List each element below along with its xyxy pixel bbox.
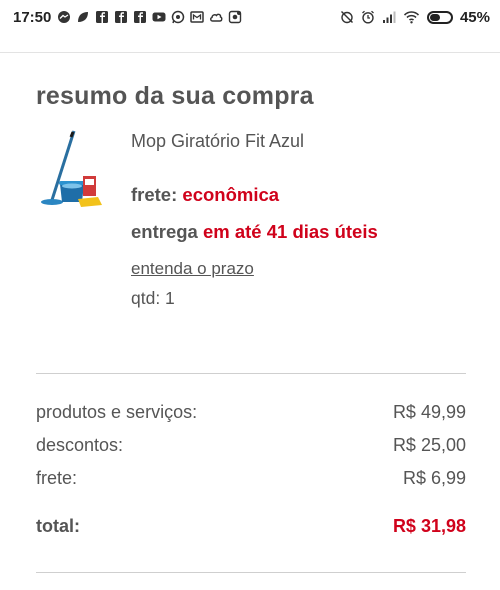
freight-label: frete: xyxy=(131,184,178,205)
freight-row: frete: R$ 6,99 xyxy=(36,468,466,489)
freight-info: frete: econômica xyxy=(131,184,279,206)
section-divider xyxy=(36,373,466,374)
deadline-info-link[interactable]: entenda o prazo xyxy=(131,259,254,279)
status-time: 17:50 xyxy=(13,8,52,26)
mail-icon xyxy=(190,11,205,23)
quantity-text: qtd: 1 xyxy=(131,288,175,308)
bottom-divider xyxy=(36,572,466,573)
total-value: R$ 31,98 xyxy=(392,516,466,536)
facebook-icon xyxy=(115,11,128,23)
lock-app-icon xyxy=(229,10,242,24)
products-row: produtos e serviços: R$ 49,99 xyxy=(36,402,466,423)
total-row: total: R$ 31,98 xyxy=(36,516,466,537)
signal-icon xyxy=(382,11,396,23)
freight-total-value: R$ 6,99 xyxy=(402,468,466,488)
discounts-label: descontos: xyxy=(36,435,124,455)
notification-icons xyxy=(57,10,242,24)
products-label: produtos e serviços: xyxy=(36,402,198,422)
total-label: total: xyxy=(36,516,80,536)
products-value: R$ 49,99 xyxy=(392,402,466,422)
youtube-icon xyxy=(152,12,166,22)
facebook-icon xyxy=(96,11,109,23)
battery-percent: 45% xyxy=(459,8,490,26)
freight-type: econômica xyxy=(182,184,280,205)
freight-total-label: frete: xyxy=(36,468,78,488)
alarm-off-icon xyxy=(340,11,353,24)
whatsapp-icon xyxy=(172,10,185,24)
facebook-icon xyxy=(134,11,147,23)
product-image[interactable] xyxy=(36,126,116,216)
system-icons: 45% xyxy=(340,9,490,26)
summary-title: resumo da sua compra xyxy=(36,82,314,110)
alarm-icon xyxy=(362,10,374,24)
messenger-icon xyxy=(58,11,71,23)
status-bar-divider xyxy=(0,52,500,53)
discounts-row: descontos: R$ 25,00 xyxy=(36,435,466,456)
battery-icon xyxy=(426,10,453,24)
wifi-icon xyxy=(403,11,420,24)
discounts-value: R$ 25,00 xyxy=(392,435,466,455)
leaf-icon xyxy=(78,12,89,22)
mop-image xyxy=(41,130,102,207)
delivery-label: entrega xyxy=(131,221,198,242)
status-bar: 17:50 45% xyxy=(0,0,500,34)
cloud-icon xyxy=(210,13,223,22)
product-name[interactable]: Mop Giratório Fit Azul xyxy=(131,131,304,152)
delivery-info: entrega em até 41 dias úteis xyxy=(131,221,378,243)
delivery-time: em até 41 dias úteis xyxy=(202,221,378,242)
